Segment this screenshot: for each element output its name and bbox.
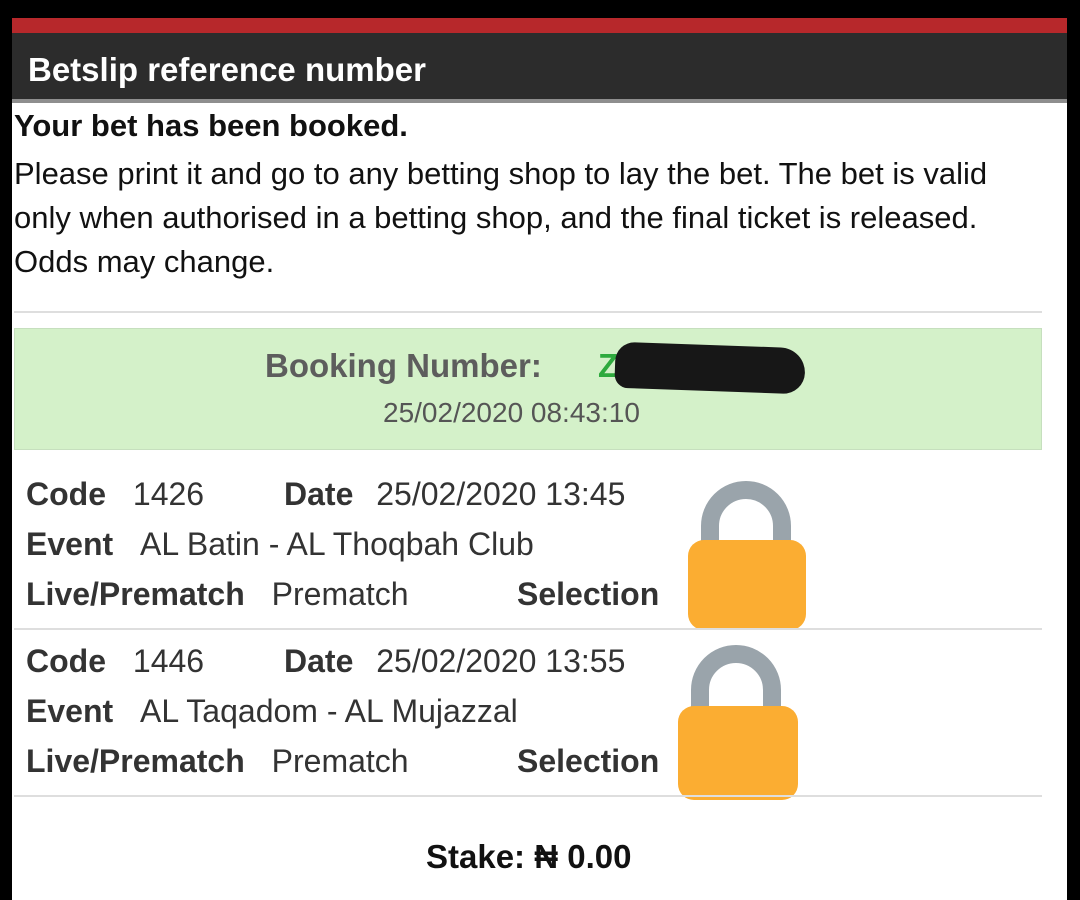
event-label: Event (26, 693, 114, 729)
date-label: Date (284, 476, 354, 512)
stake-label: Stake: (426, 838, 526, 875)
lock-icon (678, 645, 798, 800)
live-prematch-label: Live/Prematch (26, 743, 245, 779)
confirmation-message: Please print it and go to any betting sh… (14, 156, 988, 279)
live-prematch-label: Live/Prematch (26, 576, 245, 612)
header-title: Betslip reference number (28, 51, 426, 88)
bet-event: AL Taqadom - AL Mujazzal (140, 693, 518, 729)
bet-code: 1446 (132, 643, 205, 679)
bet-date: 25/02/2020 13:55 (376, 643, 626, 679)
header-bar: Betslip reference number (12, 33, 1067, 103)
lock-icon (688, 481, 806, 630)
stake-value: ₦ 0.00 (534, 838, 632, 875)
booking-number-box: Booking Number: Z 25/02/2020 08:43:10 (14, 328, 1042, 450)
code-label: Code (26, 476, 106, 512)
divider (14, 628, 1042, 630)
redaction-scribble (614, 341, 806, 395)
bet-event: AL Batin - AL Thoqbah Club (140, 526, 534, 562)
bet-code: 1426 (132, 476, 205, 512)
confirmation-title: Your bet has been booked. (14, 108, 408, 143)
event-label: Event (26, 526, 114, 562)
booking-number-label: Booking Number: (265, 347, 542, 384)
accent-bar (12, 18, 1067, 33)
selection-label: Selection (517, 743, 660, 779)
stake-summary: Stake: ₦ 0.00 (426, 838, 631, 876)
bet-type: Prematch (271, 576, 409, 612)
selection-label: Selection (517, 576, 660, 612)
booking-timestamp: 25/02/2020 08:43:10 (383, 397, 640, 428)
bet-date: 25/02/2020 13:45 (376, 476, 626, 512)
divider (14, 311, 1042, 313)
code-label: Code (26, 643, 106, 679)
bet-type: Prematch (271, 743, 409, 779)
date-label: Date (284, 643, 354, 679)
divider (14, 795, 1042, 797)
